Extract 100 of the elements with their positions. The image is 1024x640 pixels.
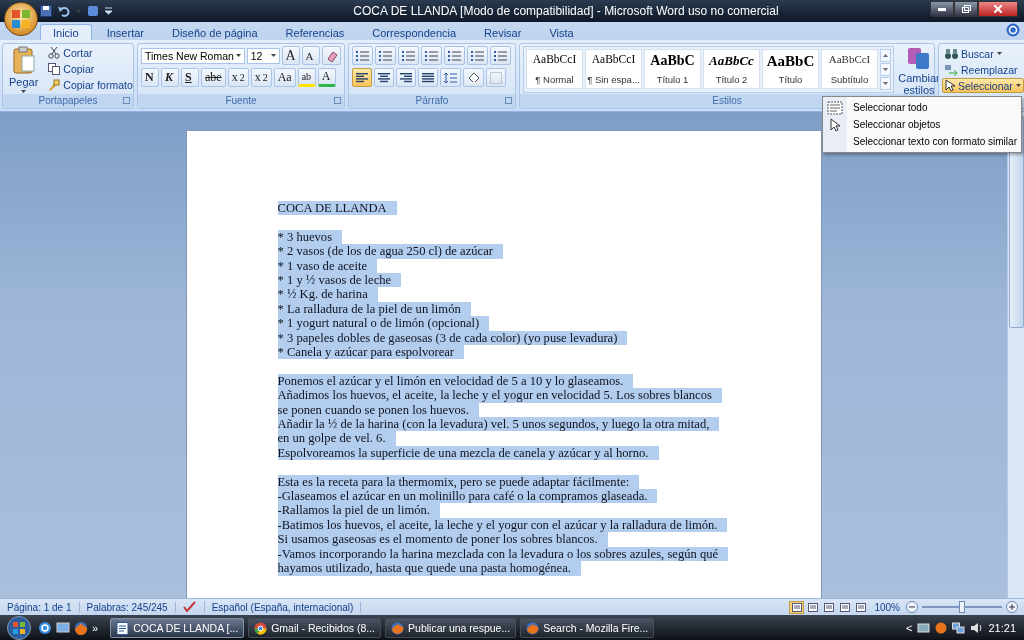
multilevel-list-button[interactable] <box>398 46 419 65</box>
styles-letters-icon <box>906 46 932 70</box>
shading-button[interactable] <box>463 68 484 87</box>
zoom-out-icon[interactable] <box>906 601 918 613</box>
undo-icon[interactable] <box>58 5 70 17</box>
ribbon-tab[interactable]: Inicio <box>40 24 92 40</box>
sort-button[interactable] <box>467 46 488 65</box>
align-button[interactable] <box>352 68 372 87</box>
taskbar-button[interactable]: Gmail - Recibidos (8... <box>248 618 382 638</box>
editing-button[interactable]: Reemplazar <box>942 62 1021 77</box>
start-button[interactable] <box>4 615 34 640</box>
increase-indent-button[interactable] <box>444 46 465 65</box>
office-button[interactable] <box>4 2 38 36</box>
minimize-button[interactable] <box>930 1 954 17</box>
paint-bucket-icon <box>467 71 480 84</box>
style-preset[interactable]: AaBbC Título <box>762 49 819 89</box>
view-button[interactable] <box>853 600 869 614</box>
font-color-button[interactable]: A <box>317 68 336 87</box>
scissors-icon <box>48 47 61 59</box>
menu-item[interactable]: Seleccionar texto con formato similar <box>823 133 1021 150</box>
ribbon-tab[interactable]: Diseño de página <box>159 24 271 40</box>
style-preset[interactable]: AaBbCcI ¶ Sin espa... <box>585 49 642 89</box>
view-button[interactable] <box>837 600 853 614</box>
shrink-font-button[interactable]: A <box>301 46 320 65</box>
save-icon[interactable] <box>40 5 52 17</box>
decrease-indent-button[interactable] <box>421 46 442 65</box>
font-name-field[interactable]: Times New Roman <box>141 47 245 64</box>
clear-format-button[interactable] <box>321 46 341 65</box>
format-button[interactable]: Aa <box>273 68 296 87</box>
format-button[interactable]: K <box>161 68 179 87</box>
pilcrow-button[interactable] <box>490 46 511 65</box>
align-button[interactable] <box>418 68 438 87</box>
font-size-field[interactable]: 12 <box>246 47 280 64</box>
align-button[interactable] <box>396 68 416 87</box>
minimize-icon <box>938 7 946 11</box>
taskbar-button[interactable]: Publicar una respue... <box>385 618 517 638</box>
style-preset[interactable]: AaBbCc Título 2 <box>703 49 760 89</box>
caret-icon <box>1015 84 1021 87</box>
bullets-button[interactable] <box>352 46 373 65</box>
view-button[interactable] <box>805 600 821 614</box>
editing-button[interactable]: Seleccionar <box>942 78 1024 93</box>
caret-icon <box>235 54 241 57</box>
grow-font-button[interactable]: A <box>281 46 300 65</box>
ribbon-tab[interactable]: Correspondencia <box>359 24 470 40</box>
zoom-in-icon[interactable] <box>1006 601 1018 613</box>
align-center-icon <box>378 72 390 83</box>
replace-icon <box>945 63 958 76</box>
view-button[interactable] <box>821 600 837 614</box>
clipboard-button[interactable]: Copiar <box>45 62 136 76</box>
style-preset[interactable]: AaBbC Título 1 <box>644 49 701 89</box>
desktop-icon[interactable] <box>56 621 70 635</box>
menu-item[interactable]: Seleccionar objetos <box>823 116 1021 133</box>
ribbon-tab[interactable]: Revisar <box>471 24 535 40</box>
gallery-down-icon[interactable] <box>880 63 891 76</box>
ribbon-tab[interactable]: Insertar <box>93 24 157 40</box>
gallery-up-icon[interactable] <box>880 49 891 62</box>
ribbon-tab[interactable]: Vista <box>536 24 587 40</box>
browser-icon <box>254 621 268 635</box>
speaker-icon[interactable] <box>970 622 984 634</box>
clipboard-button[interactable]: Copiar formato <box>45 78 136 92</box>
align-justify-icon <box>422 72 434 83</box>
cursor-icon <box>945 79 955 92</box>
clipboard-button[interactable]: Cortar <box>45 46 136 60</box>
zoom-slider-thumb[interactable] <box>959 601 965 613</box>
ribbon-tab[interactable]: Referencias <box>272 24 358 40</box>
gallery-more-icon[interactable] <box>880 77 891 90</box>
caret-icon <box>76 9 81 13</box>
paste-button[interactable]: Pegar <box>6 46 42 92</box>
proofing-icon[interactable] <box>182 601 197 613</box>
copy-icon <box>48 63 61 75</box>
tray-app-icon[interactable] <box>935 622 948 634</box>
help-icon[interactable] <box>1006 23 1020 37</box>
computers-icon[interactable] <box>952 622 966 634</box>
cursor-icon <box>827 117 843 132</box>
line-spacing-icon <box>444 71 457 84</box>
taskbar-button[interactable]: COCA DE LLANDA [... <box>110 618 245 638</box>
numbering-button[interactable] <box>375 46 396 65</box>
quick-launch-overflow[interactable]: » <box>92 622 99 634</box>
view-layout-icon <box>791 602 802 612</box>
format-button[interactable]: abe <box>201 68 226 87</box>
customize-icon[interactable] <box>105 7 112 15</box>
clock[interactable]: 21:21 <box>988 622 1016 634</box>
bullets-icon <box>356 49 369 62</box>
align-right-icon <box>400 72 412 83</box>
style-preset[interactable]: AaBbCcI Subtítulo <box>821 49 878 89</box>
taskbar-button[interactable]: Search - Mozilla Fire... <box>520 618 655 638</box>
group-label: Portapapeles <box>3 94 133 108</box>
globe-icon[interactable] <box>74 621 88 635</box>
restore-button[interactable] <box>954 1 978 17</box>
caret-icon <box>270 54 276 57</box>
align-button[interactable] <box>374 68 394 87</box>
format-button[interactable]: S <box>181 68 199 87</box>
style-preset[interactable]: AaBbCcI ¶ Normal <box>526 49 583 89</box>
editing-button[interactable]: Buscar <box>942 46 1005 61</box>
close-button[interactable] <box>978 1 1018 17</box>
tray-expand-arrow[interactable]: < <box>906 622 913 634</box>
highlight-button[interactable]: ab <box>297 68 316 87</box>
language-status: Español (España, internacional) <box>204 601 362 613</box>
format-button[interactable]: N <box>141 68 159 87</box>
view-button[interactable] <box>789 600 805 614</box>
